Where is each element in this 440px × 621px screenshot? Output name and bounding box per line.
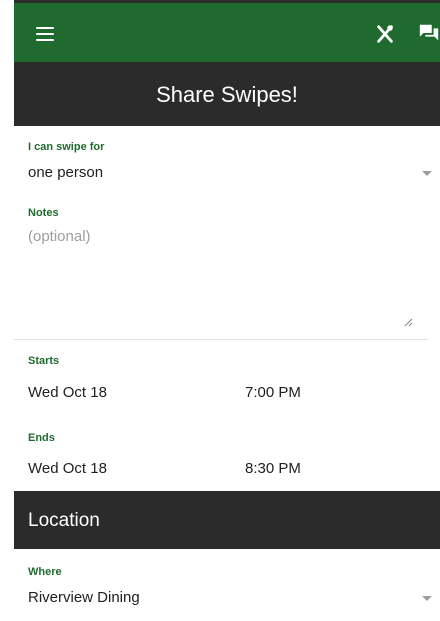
where-value: Riverview Dining — [28, 589, 140, 606]
starts-time-field[interactable]: 7:00 PM — [245, 384, 301, 401]
resize-handle-icon[interactable] — [404, 318, 413, 327]
hamburger-menu-icon[interactable] — [36, 27, 54, 41]
notes-textarea[interactable] — [28, 228, 418, 332]
starts-label: Starts — [28, 355, 60, 367]
swipe-for-select[interactable]: one person — [14, 161, 440, 187]
ends-label: Ends — [28, 432, 55, 444]
ends-date-field[interactable]: Wed Oct 18 — [28, 460, 107, 477]
location-section-header: Location — [14, 491, 440, 549]
notes-label: Notes — [28, 207, 59, 219]
swipe-for-label: I can swipe for — [28, 141, 105, 153]
chat-icon[interactable] — [418, 22, 440, 44]
utensils-icon[interactable] — [374, 23, 396, 45]
page-title: Share Swipes! — [156, 82, 298, 107]
ends-time-field[interactable]: 8:30 PM — [245, 460, 301, 477]
dropdown-arrow-icon — [422, 171, 432, 176]
where-select[interactable]: Riverview Dining — [14, 586, 440, 612]
app-toolbar — [14, 0, 440, 62]
page-title-bar: Share Swipes! — [14, 62, 440, 126]
starts-date-field[interactable]: Wed Oct 18 — [28, 384, 107, 401]
swipe-for-value: one person — [28, 164, 104, 181]
notes-divider — [14, 339, 428, 340]
dropdown-arrow-icon — [422, 596, 432, 601]
location-heading: Location — [28, 510, 100, 531]
where-label: Where — [28, 566, 62, 578]
